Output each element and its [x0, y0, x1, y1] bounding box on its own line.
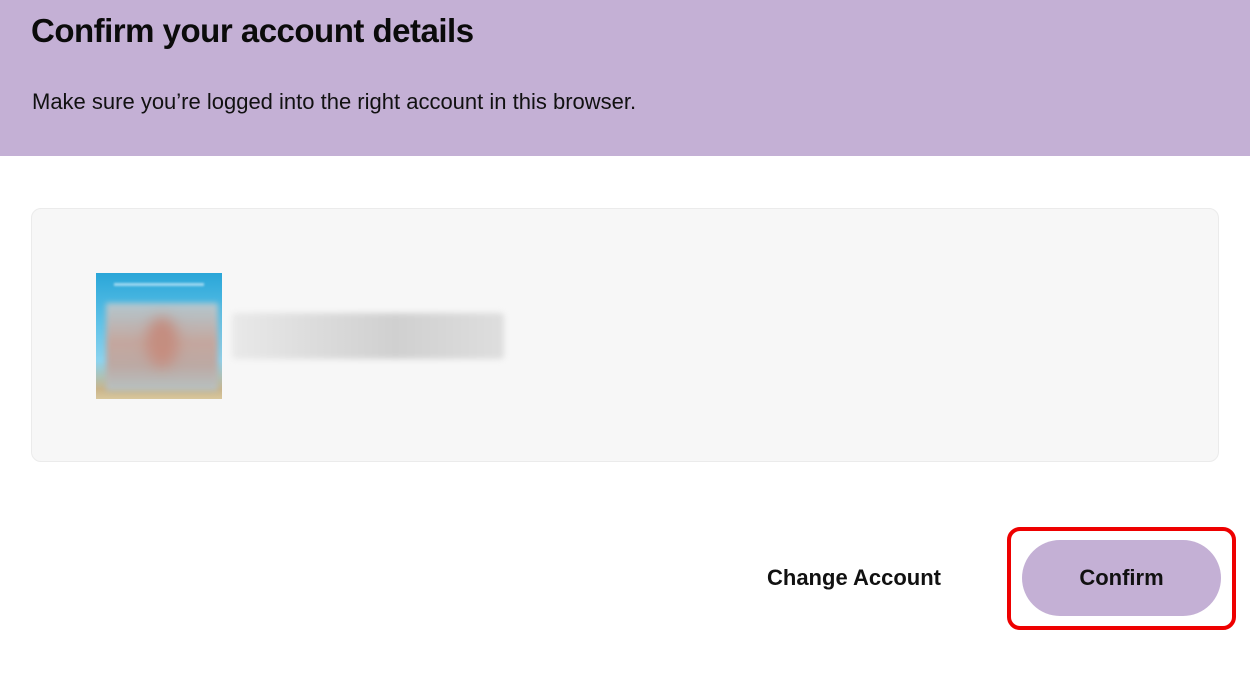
confirm-button[interactable]: Confirm — [1022, 540, 1221, 616]
page-subtitle: Make sure you’re logged into the right a… — [32, 89, 637, 114]
avatar — [96, 273, 222, 399]
account-card — [31, 208, 1219, 462]
account-name-redacted — [232, 313, 504, 359]
avatar-detail — [114, 283, 204, 286]
page-title: Confirm your account details — [31, 12, 474, 49]
page-header: Confirm your account details Make sure y… — [0, 0, 1250, 156]
change-account-button[interactable]: Change Account — [744, 555, 964, 601]
avatar-blurred-face — [106, 303, 218, 391]
